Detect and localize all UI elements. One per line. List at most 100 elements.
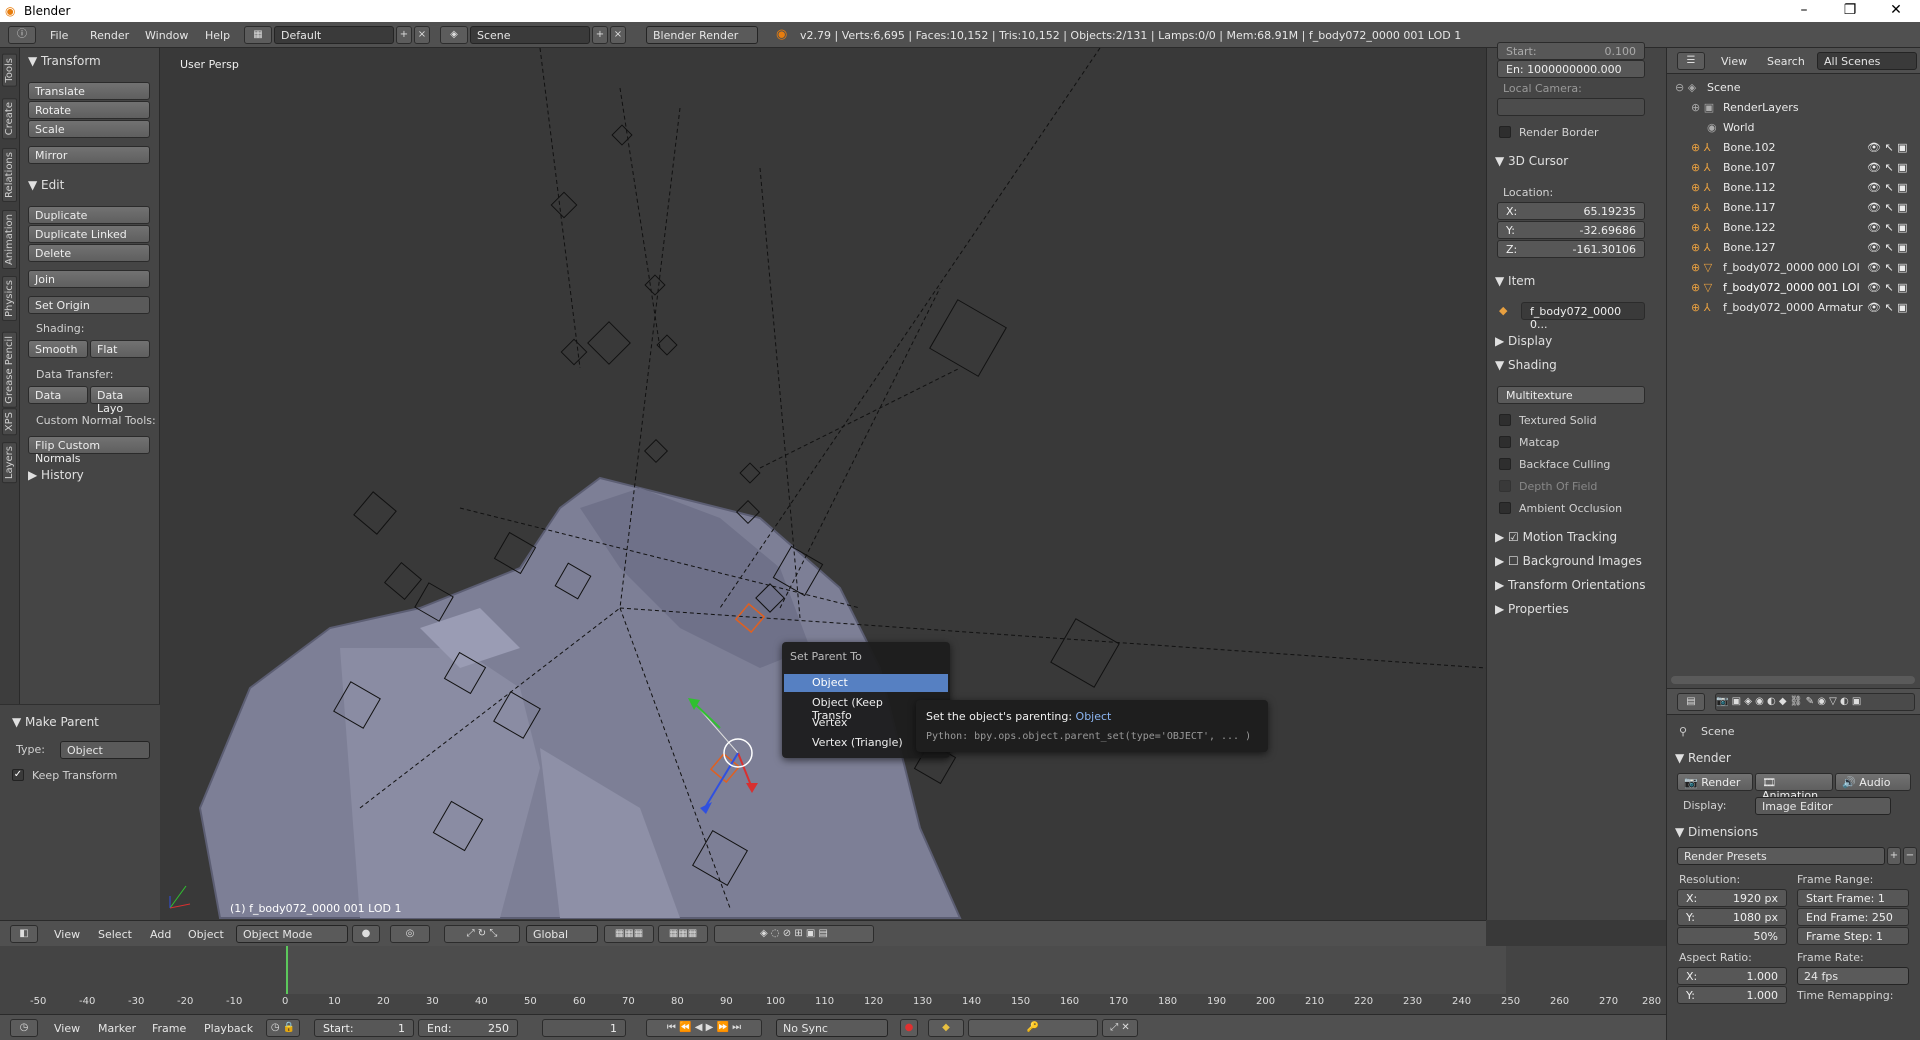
outliner-row[interactable]: ⊕ ⅄ Bone.127 👁 ↖ ▣ xyxy=(1667,238,1920,258)
display-panel-title[interactable]: ▶ Display xyxy=(1495,334,1552,348)
make-parent-title[interactable]: ▼ Make Parent xyxy=(12,715,99,729)
rotate-button[interactable]: Rotate xyxy=(28,101,150,119)
outliner-row[interactable]: ⊕ ▽ f_body072_0000 001 LOI 👁 ↖ ▣ xyxy=(1667,278,1920,298)
object-menu[interactable]: Object xyxy=(188,928,224,941)
playback-controls[interactable]: ⏮ ⏪ ◀ ▶ ⏩ ⏭ xyxy=(646,1019,762,1037)
visibility-icons[interactable]: 👁 ↖ ▣ xyxy=(1867,161,1908,174)
outliner-row[interactable]: ⊕ ⅄ Bone.107 👁 ↖ ▣ xyxy=(1667,158,1920,178)
marker-menu[interactable]: Marker xyxy=(98,1022,136,1035)
layers-grid-1[interactable]: ▦▦▦ xyxy=(604,925,654,943)
aspect-y-field[interactable]: Y: 1.000 xyxy=(1677,986,1787,1004)
menu-file[interactable]: File xyxy=(50,29,68,42)
frame-step-field[interactable]: Frame Step: 1 xyxy=(1797,927,1909,945)
tab-animation[interactable]: Animation xyxy=(2,210,17,269)
pivot-icon[interactable]: ◎ xyxy=(390,925,430,943)
visibility-icons[interactable]: 👁 ↖ ▣ xyxy=(1867,141,1908,154)
tab-layers[interactable]: Layers xyxy=(2,442,17,484)
menu-help[interactable]: Help xyxy=(205,29,230,42)
viewport-editor-icon[interactable]: ◧ xyxy=(10,925,38,943)
depth-of-field-checkbox[interactable] xyxy=(1499,480,1511,492)
outliner-editor-icon[interactable]: ☰ xyxy=(1677,52,1705,70)
view-menu[interactable]: View xyxy=(54,928,80,941)
keep-transform-checkbox[interactable]: ✓ xyxy=(12,769,24,781)
resolution-x-field[interactable]: X: 1920 px xyxy=(1677,889,1787,907)
display-mode-select[interactable]: All Scenes xyxy=(1817,52,1917,70)
translate-button[interactable]: Translate xyxy=(28,82,150,100)
item-title[interactable]: ▼ Item xyxy=(1495,274,1535,288)
3d-cursor-title[interactable]: ▼ 3D Cursor xyxy=(1495,154,1568,168)
start-frame-field[interactable]: Start Frame: 1 xyxy=(1797,889,1909,907)
minimize-button[interactable]: – xyxy=(1784,2,1824,18)
render-engine-select[interactable]: Blender Render xyxy=(646,26,758,44)
cursor-z-field[interactable]: Z: -161.30106 xyxy=(1497,240,1645,258)
outliner-row[interactable]: ⊕ ⅄ Bone.112 👁 ↖ ▣ xyxy=(1667,178,1920,198)
scene-field[interactable]: Scene xyxy=(470,26,590,44)
flip-custom-normals-button[interactable]: Flip Custom Normals xyxy=(28,436,150,465)
sync-select[interactable]: No Sync xyxy=(776,1019,888,1037)
current-frame-indicator[interactable] xyxy=(286,946,288,994)
outliner-row[interactable]: ⊕ ⅄ Bone.122 👁 ↖ ▣ xyxy=(1667,218,1920,238)
multitexture-select[interactable]: Multitexture xyxy=(1497,386,1645,404)
menu-item-object[interactable]: Object xyxy=(784,674,948,692)
edit-panel-title[interactable]: ▼ Edit xyxy=(28,178,64,192)
background-images-title[interactable]: ▶ ☐ Background Images xyxy=(1495,554,1642,568)
visibility-icons[interactable]: 👁 ↖ ▣ xyxy=(1867,261,1908,274)
outliner-row[interactable]: ⊖ ◈ Scene xyxy=(1667,78,1920,98)
set-origin-select[interactable]: Set Origin xyxy=(28,296,150,314)
flat-button[interactable]: Flat xyxy=(90,340,150,358)
properties-editor-icon[interactable]: ▤ xyxy=(1677,693,1705,711)
tab-xps[interactable]: XPS xyxy=(2,408,17,436)
remove-layout-icon[interactable]: × xyxy=(414,26,430,44)
shading-panel-title[interactable]: ▼ Shading xyxy=(1495,358,1557,372)
dimensions-title[interactable]: ▼ Dimensions xyxy=(1675,825,1758,839)
record-icon[interactable]: ● xyxy=(900,1019,918,1037)
snapping-icons[interactable]: ◈ ◌ ⊘ ⊞ ▣ ▤ xyxy=(714,925,874,943)
render-border-checkbox[interactable] xyxy=(1499,126,1511,138)
duplicate-linked-button[interactable]: Duplicate Linked xyxy=(28,225,150,243)
manipulator-icons[interactable]: ⤢ ↻ ⤡ xyxy=(444,925,520,943)
keying-icons[interactable]: ◷ 🔒 xyxy=(266,1019,300,1037)
keying-set-field[interactable]: 🔑 xyxy=(968,1019,1098,1037)
render-presets-select[interactable]: Render Presets xyxy=(1677,847,1885,865)
visibility-icons[interactable]: 👁 ↖ ▣ xyxy=(1867,201,1908,214)
resolution-percent-field[interactable]: 50% xyxy=(1677,927,1787,945)
frame-menu[interactable]: Frame xyxy=(152,1022,186,1035)
outliner-view-menu[interactable]: View xyxy=(1721,55,1747,68)
shading-mode-icon[interactable]: ● xyxy=(352,925,380,943)
delete-button[interactable]: Delete xyxy=(28,244,150,262)
outliner-row[interactable]: ⊕ ⅄ Bone.102 👁 ↖ ▣ xyxy=(1667,138,1920,158)
keyframe-insert-icons[interactable]: ⤢ ✕ xyxy=(1102,1019,1138,1037)
mode-select[interactable]: Object Mode xyxy=(236,925,348,943)
outliner-scrollbar[interactable] xyxy=(1671,676,1915,684)
tab-physics[interactable]: Physics xyxy=(2,276,17,321)
parent-type-select[interactable]: Object xyxy=(60,741,150,759)
textured-solid-checkbox[interactable] xyxy=(1499,414,1511,426)
add-scene-icon[interactable]: + xyxy=(592,26,608,44)
tab-grease-pencil[interactable]: Grease Pencil xyxy=(2,332,17,408)
outliner-search-menu[interactable]: Search xyxy=(1767,55,1805,68)
outliner-row[interactable]: ⊕ ▽ f_body072_0000 000 LOI 👁 ↖ ▣ xyxy=(1667,258,1920,278)
timeline[interactable]: -50 -40 -30 -20 -10 0 10 20 30 40 50 60 … xyxy=(0,946,1666,1014)
join-button[interactable]: Join xyxy=(28,270,150,288)
editor-type-icon[interactable]: ⓘ xyxy=(8,26,36,44)
select-menu[interactable]: Select xyxy=(98,928,132,941)
visibility-icons[interactable]: 👁 ↖ ▣ xyxy=(1867,241,1908,254)
remove-preset-icon[interactable]: − xyxy=(1903,847,1917,865)
add-menu[interactable]: Add xyxy=(150,928,171,941)
start-field[interactable]: Start: 1 xyxy=(314,1019,414,1037)
aspect-x-field[interactable]: X: 1.000 xyxy=(1677,967,1787,985)
layout-field[interactable]: Default xyxy=(274,26,394,44)
motion-tracking-title[interactable]: ▶ ☑ Motion Tracking xyxy=(1495,530,1617,544)
scene-icon[interactable]: ◈ xyxy=(440,26,468,44)
tab-create[interactable]: Create xyxy=(2,98,17,140)
menu-render[interactable]: Render xyxy=(90,29,129,42)
timeline-editor-icon[interactable]: ◷ xyxy=(10,1019,38,1037)
render-panel-title[interactable]: ▼ Render xyxy=(1675,751,1731,765)
orientation-select[interactable]: Global xyxy=(526,925,598,943)
end-frame-field[interactable]: End Frame: 250 xyxy=(1797,908,1909,926)
context-tabs[interactable]: 📷 ▣ ◈ ◉ ◐ ◆ ⛓ ✎ ◉ ▽ ◐ ▣ xyxy=(1715,693,1915,711)
audio-button[interactable]: 🔊 Audio xyxy=(1835,773,1911,791)
playback-menu[interactable]: Playback xyxy=(204,1022,253,1035)
visibility-icons[interactable]: 👁 ↖ ▣ xyxy=(1867,301,1908,314)
history-panel-title[interactable]: ▶ History xyxy=(28,468,84,482)
